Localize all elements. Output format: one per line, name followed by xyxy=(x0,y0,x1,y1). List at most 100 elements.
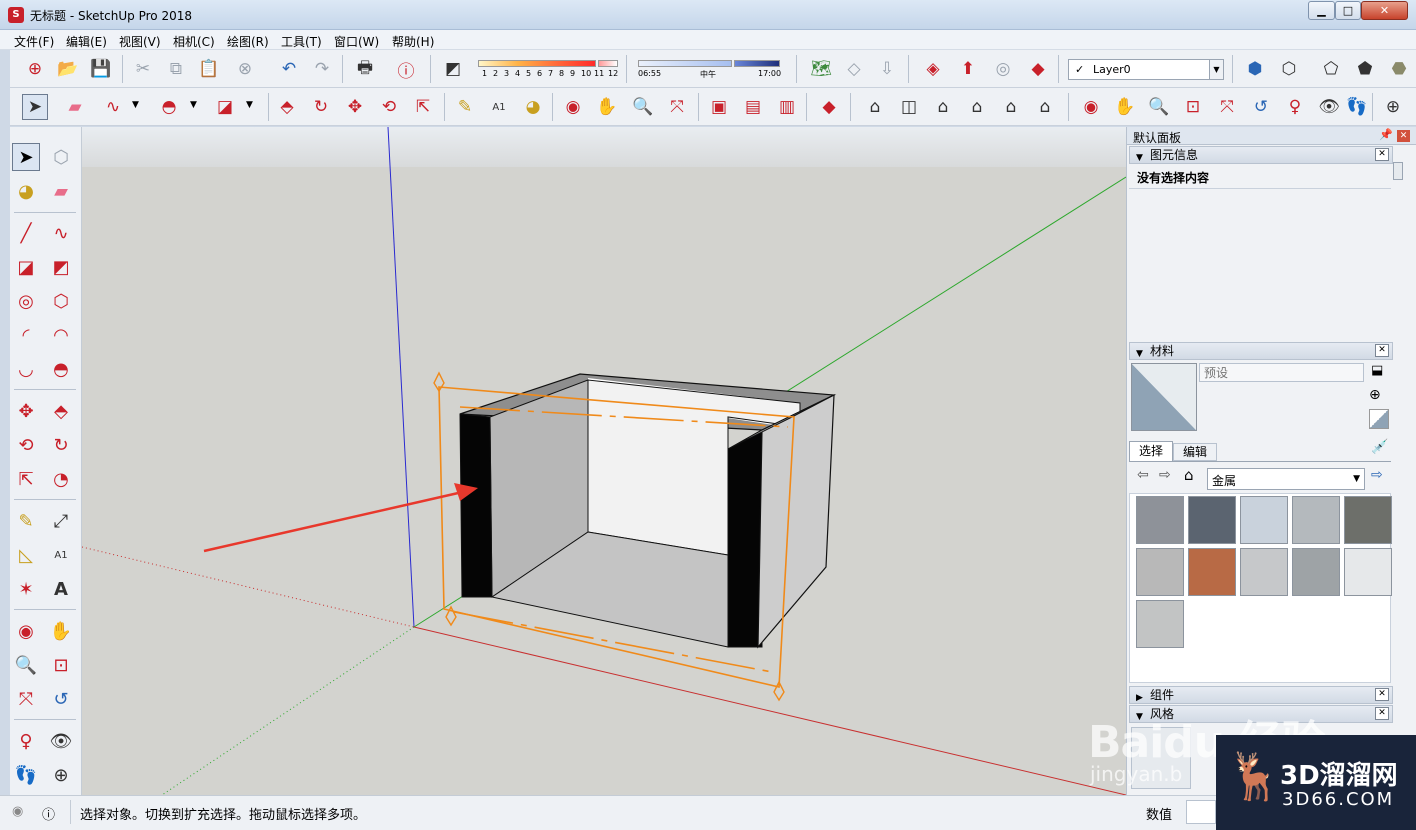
push-pull-icon[interactable]: ⬘ xyxy=(47,397,75,425)
paste-icon[interactable]: 📋 xyxy=(196,56,222,82)
components-close-icon[interactable]: ✕ xyxy=(1375,688,1389,701)
menu-file[interactable]: 文件(F) xyxy=(14,33,54,50)
three-point-arc-icon[interactable]: ◡ xyxy=(12,355,40,383)
scale-icon[interactable]: ⇱ xyxy=(12,465,40,493)
zoom-extents-icon[interactable]: ⤧ xyxy=(664,94,690,120)
menu-tools[interactable]: 工具(T) xyxy=(281,33,322,50)
offset-icon[interactable]: ◔ xyxy=(47,465,75,493)
material-name-input[interactable] xyxy=(1199,363,1364,382)
look-around-icon[interactable]: 👁 xyxy=(1316,94,1342,120)
pan-hand-icon[interactable]: ✋ xyxy=(594,94,620,120)
follow-me-icon[interactable]: ↻ xyxy=(308,94,334,120)
move-icon[interactable]: ✥ xyxy=(12,397,40,425)
walk-icon[interactable]: 👣 xyxy=(1344,94,1370,120)
sample-paint-icon[interactable] xyxy=(1369,409,1389,429)
right-view-house-icon[interactable]: ⌂ xyxy=(964,94,990,120)
zoom-icon[interactable]: 🔍 xyxy=(630,94,656,120)
circle-icon[interactable]: ◎ xyxy=(12,287,40,315)
shadow-month-slider[interactable]: 1 2 3 4 5 6 7 8 9 10 11 12 xyxy=(478,58,618,82)
components-header[interactable]: ▶ 组件 xyxy=(1129,686,1393,704)
section-plane-icon[interactable]: ⊕ xyxy=(1380,94,1406,120)
material-swatch[interactable] xyxy=(1240,548,1288,596)
walk-icon[interactable]: 👣 xyxy=(12,761,40,789)
model-info-icon[interactable]: ⓘ xyxy=(393,56,419,82)
copy-icon[interactable]: ⧉ xyxy=(163,56,189,82)
tab-select[interactable]: 选择 xyxy=(1129,441,1173,461)
erase-icon[interactable]: ⊗ xyxy=(232,56,258,82)
protractor-icon[interactable]: ◺ xyxy=(12,541,40,569)
pin-icon[interactable]: 📌 xyxy=(1379,128,1393,141)
chevron-down-icon[interactable]: ▼ xyxy=(246,100,253,110)
menu-edit[interactable]: 编辑(E) xyxy=(66,33,107,50)
back-view-house-icon[interactable]: ⌂ xyxy=(998,94,1024,120)
arc-tools-icon[interactable]: ◓ xyxy=(156,94,182,120)
material-swatch[interactable] xyxy=(1240,496,1288,544)
pan-hand-icon[interactable]: ✋ xyxy=(47,617,75,645)
line-icon[interactable]: ╱ xyxy=(12,219,40,247)
pie-icon[interactable]: ◓ xyxy=(47,355,75,383)
ruby-console-icon[interactable]: ◆ xyxy=(816,94,842,120)
orbit-icon[interactable]: ◉ xyxy=(560,94,586,120)
menu-help[interactable]: 帮助(H) xyxy=(392,33,434,50)
materials-close-icon[interactable]: ✕ xyxy=(1375,344,1389,357)
text-label-icon[interactable]: A1 xyxy=(47,541,75,569)
menu-window[interactable]: 窗口(W) xyxy=(334,33,379,50)
chevron-down-icon[interactable]: ▼ xyxy=(190,100,197,110)
chevron-down-icon[interactable]: ▼ xyxy=(1209,60,1223,79)
previous-view-icon[interactable]: ↺ xyxy=(47,685,75,713)
iso-view-house-icon[interactable]: ⌂ xyxy=(862,94,888,120)
materials-header[interactable]: ▼ 材料 xyxy=(1129,342,1393,360)
dimension-icon[interactable]: ⤢ xyxy=(47,507,75,535)
menu-draw[interactable]: 绘图(R) xyxy=(227,33,269,50)
eraser-icon[interactable]: ▰ xyxy=(62,94,88,120)
look-around-icon[interactable]: 👁 xyxy=(47,727,75,755)
select-arrow-icon[interactable]: ➤ xyxy=(12,143,40,171)
front-view-house-icon[interactable]: ⌂ xyxy=(930,94,956,120)
close-button[interactable]: ✕ xyxy=(1361,1,1408,20)
move-icon[interactable]: ✥ xyxy=(342,94,368,120)
back-view-icon[interactable]: ⬣ xyxy=(1386,56,1412,82)
top-view-icon[interactable]: ⬡ xyxy=(1276,56,1302,82)
home-icon[interactable]: ⌂ xyxy=(1184,466,1194,484)
polygon-icon[interactable]: ⬡ xyxy=(47,287,75,315)
rectangle-icon[interactable]: ◪ xyxy=(12,253,40,281)
sketchup-app-icon[interactable]: S xyxy=(8,7,24,23)
sandbox-icon[interactable]: ◇ xyxy=(841,56,867,82)
3d-warehouse-icon[interactable]: ▣ xyxy=(706,94,732,120)
material-swatch[interactable] xyxy=(1188,548,1236,596)
rotate-icon[interactable]: ⟲ xyxy=(376,94,402,120)
cut-icon[interactable]: ✂ xyxy=(130,56,156,82)
import-icon[interactable]: ⇩ xyxy=(874,56,900,82)
layer-select[interactable]: ✓ Layer0 ▼ xyxy=(1068,59,1224,80)
material-swatch[interactable] xyxy=(1136,548,1184,596)
paint-bucket-icon[interactable]: ◕ xyxy=(12,177,40,205)
scrollbar-thumb[interactable] xyxy=(1393,162,1403,180)
open-folder-icon[interactable]: 📂 xyxy=(55,56,81,82)
freehand-icon[interactable]: ∿ xyxy=(100,94,126,120)
material-swatch[interactable] xyxy=(1292,496,1340,544)
orbit-icon[interactable]: ◉ xyxy=(12,617,40,645)
zoom-extents-icon[interactable]: ⤧ xyxy=(12,685,40,713)
previous-view-icon[interactable]: ↺ xyxy=(1248,94,1274,120)
forward-icon[interactable]: ⇨ xyxy=(1159,467,1171,483)
zoom-window-icon[interactable]: ⊡ xyxy=(47,651,75,679)
redo-icon[interactable]: ↷ xyxy=(309,56,335,82)
tab-edit[interactable]: 编辑 xyxy=(1173,443,1217,461)
rectangle-icon[interactable]: ◪ xyxy=(212,94,238,120)
geo-location-status-icon[interactable]: ◉ xyxy=(12,804,23,819)
position-camera-icon[interactable]: ♀ xyxy=(1282,94,1308,120)
tape-measure-icon[interactable]: ✎ xyxy=(12,507,40,535)
warehouse-icon[interactable]: ◈ xyxy=(920,56,946,82)
instructor-info-icon[interactable]: ⓘ xyxy=(42,804,55,823)
text-label-icon[interactable]: A1 xyxy=(486,94,512,120)
new-file-icon[interactable]: ⊕ xyxy=(22,56,48,82)
geo-location-icon[interactable]: 🗺 xyxy=(808,56,834,82)
orbit-icon-2[interactable]: ◉ xyxy=(1078,94,1104,120)
styles-close-icon[interactable]: ✕ xyxy=(1375,707,1389,720)
front-view-icon[interactable]: ⬠ xyxy=(1318,56,1344,82)
tape-measure-icon[interactable]: ✎ xyxy=(452,94,478,120)
library-select[interactable]: 金属 ▼ xyxy=(1207,468,1365,490)
back-icon[interactable]: ⇦ xyxy=(1137,467,1149,483)
rotated-rectangle-icon[interactable]: ◩ xyxy=(47,253,75,281)
display-secondary-icon[interactable]: ⬓ xyxy=(1371,363,1383,378)
